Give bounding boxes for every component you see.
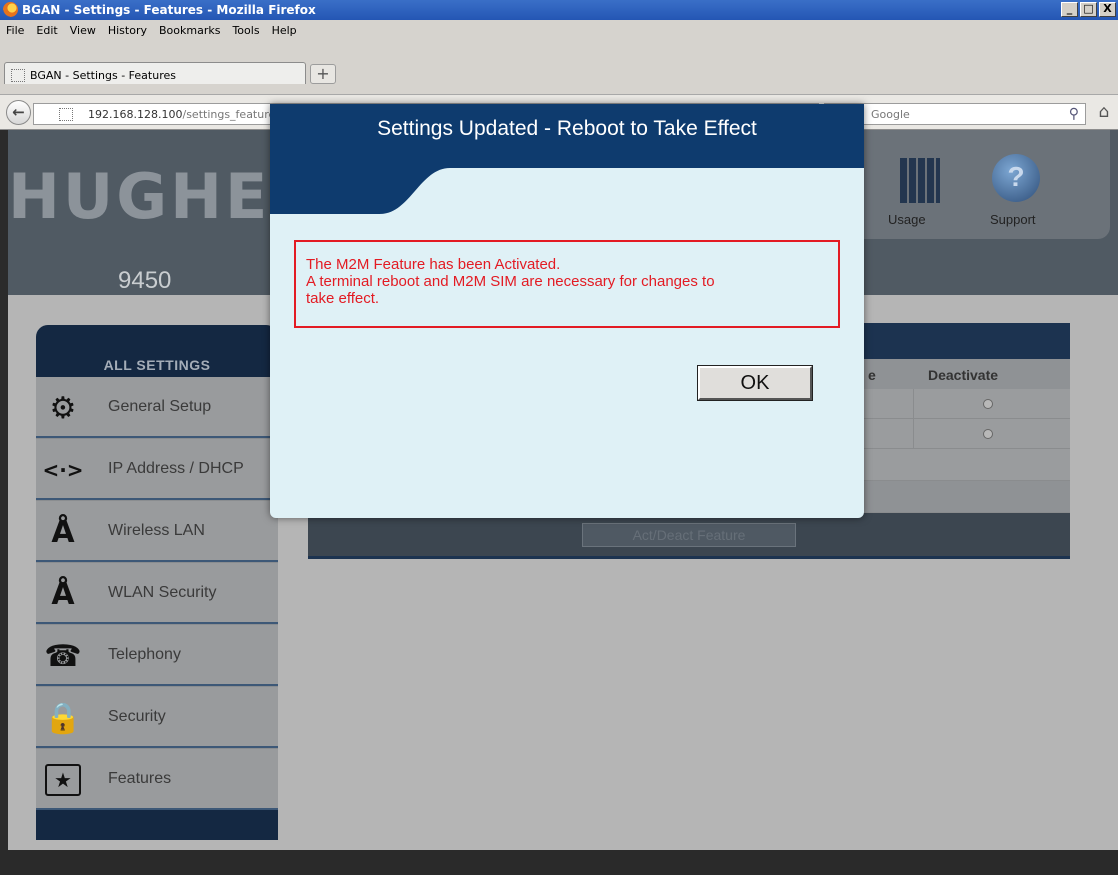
- activation-message-box: The M2M Feature has been Activated. A te…: [294, 240, 840, 328]
- menu-edit[interactable]: Edit: [36, 24, 57, 37]
- magnifier-icon[interactable]: ⚲: [1069, 106, 1079, 122]
- menu-file[interactable]: File: [6, 24, 24, 37]
- top-nav: [838, 130, 1110, 239]
- sidebar-item-wireless-lan[interactable]: Å Wireless LAN: [36, 501, 278, 562]
- column-header-deactivate: Deactivate: [928, 367, 999, 383]
- cell-divider: [913, 389, 914, 419]
- gear-icon: ⚙: [49, 390, 77, 426]
- sidebar-item-label: General Setup: [108, 398, 212, 415]
- firefox-logo-icon: [3, 2, 18, 17]
- close-button[interactable]: X: [1099, 2, 1116, 17]
- lock-icon: 🔒: [44, 700, 82, 736]
- antenna-lock-icon: Å: [51, 576, 75, 612]
- nav-support-label[interactable]: Support: [990, 212, 1036, 227]
- network-arrows-icon: <·>: [42, 458, 84, 482]
- sidebar-item-telephony[interactable]: ☎ Telephony: [36, 625, 278, 686]
- new-tab-button[interactable]: +: [310, 64, 336, 84]
- act-deact-feature-button[interactable]: Act/Deact Feature: [582, 523, 796, 547]
- tab-bar: BGAN - Settings - Features +: [0, 40, 1118, 94]
- modal-header: Settings Updated - Reboot to Take Effect: [270, 104, 864, 216]
- phone-icon: ☎: [44, 638, 82, 674]
- settings-sidebar: ALL SETTINGS ⚙ General Setup <·> IP Addr…: [36, 325, 278, 840]
- window-titlebar: BGAN - Settings - Features - Mozilla Fir…: [0, 0, 1118, 20]
- hughes-logo: HUGHE: [8, 160, 271, 233]
- home-button[interactable]: ⌂: [1092, 102, 1116, 126]
- sidebar-item-security[interactable]: 🔒 Security: [36, 687, 278, 748]
- cell-divider: [913, 419, 914, 449]
- sidebar-footer: [36, 810, 278, 840]
- url-host: 192.168.128.100: [88, 108, 183, 121]
- ok-button[interactable]: OK: [698, 366, 812, 400]
- back-button[interactable]: ←: [6, 100, 31, 125]
- site-identity-icon[interactable]: [59, 108, 73, 121]
- model-number: 9450: [118, 267, 172, 294]
- usage-chart-icon[interactable]: [900, 158, 940, 203]
- menu-tools[interactable]: Tools: [232, 24, 259, 37]
- window-title: BGAN - Settings - Features - Mozilla Fir…: [22, 3, 316, 17]
- deactivate-radio[interactable]: [983, 399, 993, 409]
- antenna-icon: Å: [51, 514, 75, 550]
- column-header-partial: e: [868, 367, 876, 383]
- window-controls: _ □ X: [1061, 2, 1116, 17]
- deactivate-radio[interactable]: [983, 429, 993, 439]
- sidebar-item-label: Features: [108, 770, 172, 787]
- support-help-icon[interactable]: ?: [992, 154, 1040, 202]
- menu-view[interactable]: View: [70, 24, 96, 37]
- message-line: A terminal reboot and M2M SIM are necess…: [306, 273, 715, 290]
- minimize-button[interactable]: _: [1061, 2, 1078, 17]
- sidebar-title: ALL SETTINGS: [103, 357, 211, 373]
- sidebar-item-features[interactable]: ★ Features: [36, 749, 278, 810]
- menu-history[interactable]: History: [108, 24, 147, 37]
- modal-title: Settings Updated - Reboot to Take Effect: [377, 117, 757, 140]
- sidebar-item-label: WLAN Security: [108, 584, 217, 601]
- page-favicon-icon: [11, 69, 25, 82]
- sidebar-item-label: Security: [108, 708, 166, 725]
- menu-help[interactable]: Help: [272, 24, 297, 37]
- tab-bgan-features[interactable]: BGAN - Settings - Features: [4, 62, 306, 84]
- sidebar-item-ip-address[interactable]: <·> IP Address / DHCP: [36, 439, 278, 500]
- menu-bookmarks[interactable]: Bookmarks: [159, 24, 220, 37]
- sidebar-item-wlan-security[interactable]: Å WLAN Security: [36, 563, 278, 624]
- maximize-button[interactable]: □: [1080, 2, 1097, 17]
- menu-bar: File Edit View History Bookmarks Tools H…: [0, 20, 1118, 40]
- message-line: The M2M Feature has been Activated.: [306, 256, 561, 273]
- search-placeholder: Google: [871, 108, 910, 121]
- settings-updated-modal: Settings Updated - Reboot to Take Effect…: [270, 104, 864, 518]
- message-line: take effect.: [306, 290, 380, 307]
- page-bottom-strip: [0, 850, 1118, 875]
- sidebar-item-label: Telephony: [108, 646, 181, 663]
- sidebar-item-label: IP Address / DHCP: [108, 460, 244, 477]
- tab-label: BGAN - Settings - Features: [30, 69, 176, 82]
- puzzle-star-icon: ★: [45, 764, 81, 796]
- sidebar-item-label: Wireless LAN: [108, 522, 205, 539]
- sidebar-item-general-setup[interactable]: ⚙ General Setup: [36, 377, 278, 438]
- nav-usage-label[interactable]: Usage: [888, 212, 926, 227]
